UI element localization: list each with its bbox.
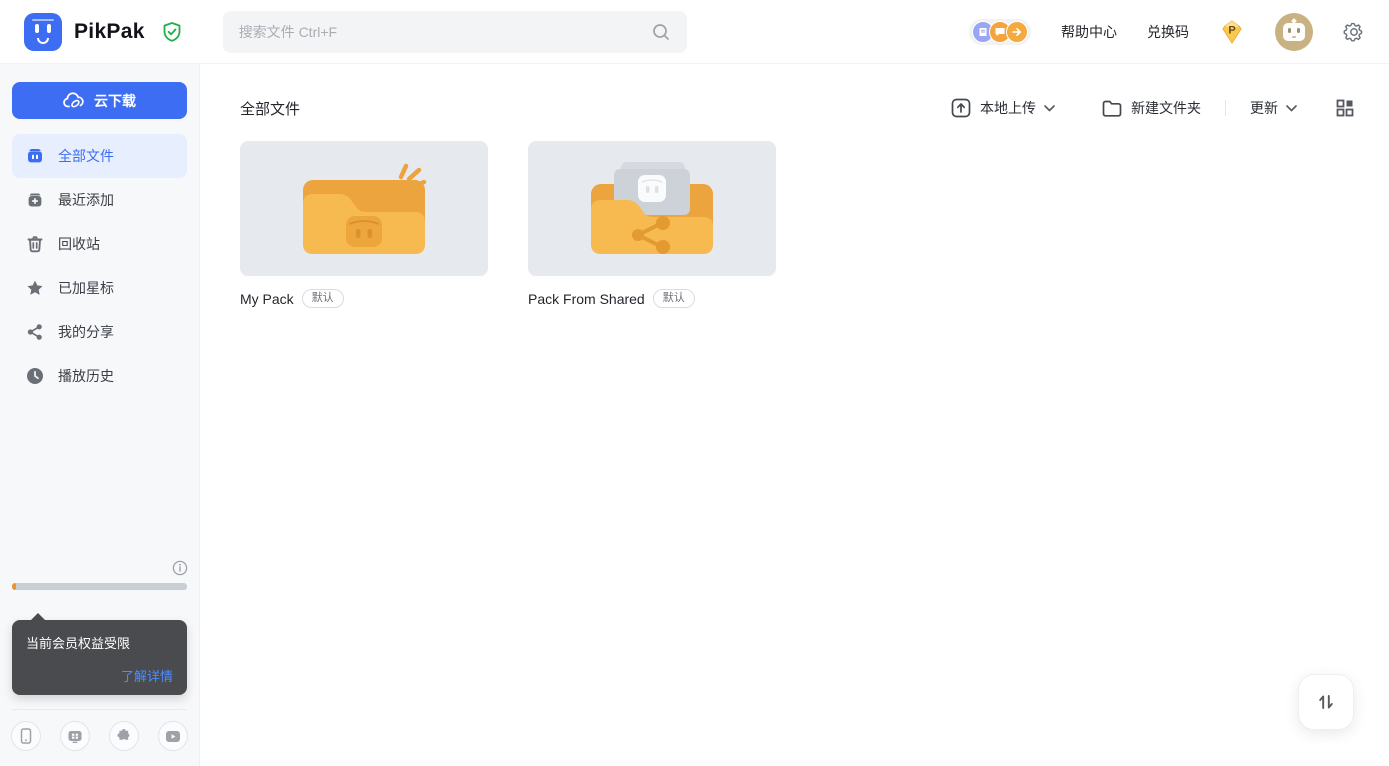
local-upload-label: 本地上传	[980, 98, 1036, 118]
folder-name[interactable]: Pack From Shared	[528, 291, 645, 307]
browser-extension-button[interactable]	[109, 721, 139, 751]
user-avatar[interactable]	[1275, 13, 1313, 51]
notice-badges[interactable]	[969, 19, 1031, 45]
puzzle-icon	[116, 728, 132, 744]
redeem-code-link[interactable]: 兑换码	[1147, 22, 1189, 42]
sidebar-item-label: 最近添加	[58, 190, 114, 210]
folder-name[interactable]: My Pack	[240, 291, 294, 307]
settings-gear-icon[interactable]	[1343, 21, 1365, 43]
folder-card-pack-from-shared: Pack From Shared 默认	[528, 141, 776, 308]
search-icon[interactable]	[651, 22, 671, 42]
help-center-link[interactable]: 帮助中心	[1061, 22, 1117, 42]
shared-pack-folder-icon	[577, 154, 727, 264]
sidebar-item-label: 播放历史	[58, 366, 114, 386]
sort-order-button[interactable]	[1298, 674, 1354, 730]
sidebar-item-label: 回收站	[58, 234, 100, 254]
folder-icon	[1101, 99, 1123, 118]
invite-badge-icon[interactable]	[1006, 21, 1028, 43]
update-button[interactable]: 更新	[1250, 98, 1297, 118]
folder-grid: My Pack 默认	[240, 141, 1355, 308]
sidebar-item-recycle-bin[interactable]: 回收站	[12, 222, 187, 266]
top-header: PikPak 帮助中心	[0, 0, 1389, 64]
video-channel-button[interactable]	[158, 721, 188, 751]
trash-icon	[25, 234, 45, 254]
new-folder-button[interactable]: 新建文件夹	[1101, 98, 1201, 118]
pikpak-logo-icon	[24, 13, 62, 51]
sidebar-item-play-history[interactable]: 播放历史	[12, 354, 187, 398]
default-badge: 默认	[302, 289, 344, 308]
sidebar-item-my-shares[interactable]: 我的分享	[12, 310, 187, 354]
phone-icon	[19, 728, 33, 744]
history-icon	[25, 366, 45, 386]
share-icon	[25, 322, 45, 342]
toolbar-divider	[1225, 100, 1226, 116]
search-input[interactable]	[239, 24, 651, 40]
brand[interactable]: PikPak	[24, 13, 183, 51]
tooltip-title: 当前会员权益受限	[26, 633, 173, 652]
default-pack-folder-icon	[289, 154, 439, 264]
learn-more-link[interactable]: 了解详情	[26, 666, 173, 685]
membership-tooltip: 当前会员权益受限 了解详情	[12, 620, 187, 695]
video-play-icon	[165, 730, 181, 743]
storage-progress-fill	[12, 583, 16, 590]
local-upload-button[interactable]: 本地上传	[950, 97, 1055, 119]
main-content: 全部文件 本地上传	[200, 64, 1389, 766]
default-badge: 默认	[653, 289, 695, 308]
sidebar-item-starred[interactable]: 已加星标	[12, 266, 187, 310]
svg-text:P: P	[1228, 24, 1235, 36]
cloud-link-icon	[63, 92, 85, 110]
star-icon	[25, 278, 45, 298]
brand-name: PikPak	[74, 20, 145, 44]
upload-icon	[950, 97, 972, 119]
my-pack-folder-thumbnail[interactable]	[240, 141, 488, 276]
search-bar[interactable]	[223, 11, 687, 53]
sidebar-item-label: 已加星标	[58, 278, 114, 298]
cloud-download-button[interactable]: 云下载	[12, 82, 187, 119]
page-title: 全部文件	[240, 98, 300, 119]
recent-added-icon	[25, 190, 45, 210]
chevron-down-icon	[1286, 105, 1297, 112]
mobile-app-button[interactable]	[11, 721, 41, 751]
chevron-down-icon	[1044, 105, 1055, 112]
sort-arrows-icon	[1315, 691, 1337, 713]
sidebar-item-recent-added[interactable]: 最近添加	[12, 178, 187, 222]
grid-view-icon[interactable]	[1335, 98, 1355, 118]
tv-box-icon	[67, 729, 83, 744]
sidebar-item-label: 全部文件	[58, 146, 114, 166]
premium-gem-badge[interactable]: P	[1219, 19, 1245, 45]
update-label: 更新	[1250, 98, 1278, 118]
folder-card-my-pack: My Pack 默认	[240, 141, 488, 308]
storage-progress-bar	[12, 583, 187, 590]
storage-info-icon[interactable]	[172, 560, 188, 576]
new-folder-label: 新建文件夹	[1131, 98, 1201, 118]
all-files-icon	[25, 146, 45, 166]
tv-app-button[interactable]	[60, 721, 90, 751]
sidebar-item-all-files[interactable]: 全部文件	[12, 134, 187, 178]
client-apps-row	[0, 710, 199, 751]
pack-from-shared-folder-thumbnail[interactable]	[528, 141, 776, 276]
sidebar-item-label: 我的分享	[58, 322, 114, 342]
cloud-download-label: 云下载	[94, 91, 136, 111]
sidebar-nav: 全部文件 最近添加	[0, 134, 199, 398]
security-shield-icon	[161, 21, 183, 43]
sidebar: 云下载 全部文件	[0, 64, 200, 766]
toolbar: 本地上传 新建文件夹 更新	[950, 97, 1355, 119]
